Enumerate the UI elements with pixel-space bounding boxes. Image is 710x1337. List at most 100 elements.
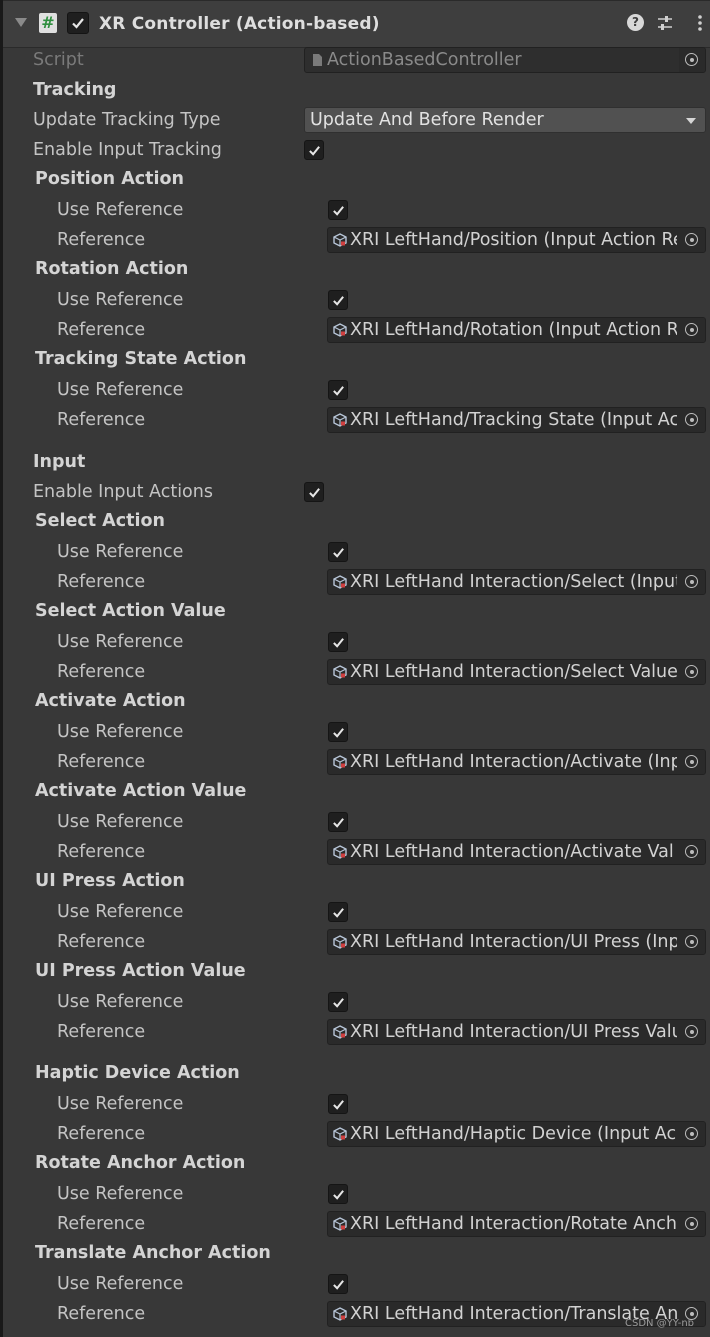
use-reference-checkbox[interactable] bbox=[328, 1184, 348, 1204]
action-header: Select Action Value bbox=[35, 601, 226, 621]
input-header: Input bbox=[33, 452, 86, 472]
kebab-menu-icon[interactable] bbox=[691, 14, 709, 32]
object-picker-icon[interactable] bbox=[679, 570, 705, 594]
enable-input-actions-checkbox[interactable] bbox=[304, 482, 324, 502]
use-reference-checkbox[interactable] bbox=[328, 1274, 348, 1294]
reference-label: Reference bbox=[57, 410, 146, 430]
use-reference-label: Use Reference bbox=[57, 200, 184, 220]
use-reference-label: Use Reference bbox=[57, 722, 184, 742]
input-action-asset-icon bbox=[333, 935, 347, 949]
reference-field[interactable]: XRI LeftHand Interaction/Select Value bbox=[327, 659, 706, 685]
window-border bbox=[0, 0, 3, 1337]
reference-label: Reference bbox=[57, 230, 146, 250]
reference-label: Reference bbox=[57, 320, 146, 340]
input-action-asset-icon bbox=[333, 575, 347, 589]
script-label: Script bbox=[33, 50, 84, 70]
update-tracking-type-dropdown[interactable]: Update And Before Render bbox=[304, 107, 706, 133]
script-value: ActionBasedController bbox=[327, 50, 522, 70]
use-reference-checkbox[interactable] bbox=[328, 992, 348, 1012]
reference-field[interactable]: XRI LeftHand Interaction/Activate Val bbox=[327, 839, 706, 865]
object-picker-icon[interactable] bbox=[679, 1020, 705, 1044]
use-reference-checkbox[interactable] bbox=[328, 542, 348, 562]
use-reference-label: Use Reference bbox=[57, 902, 184, 922]
reference-field[interactable]: XRI LeftHand/Rotation (Input Action R bbox=[327, 317, 706, 343]
use-reference-checkbox[interactable] bbox=[328, 200, 348, 220]
object-picker-icon[interactable] bbox=[679, 408, 705, 432]
use-reference-checkbox[interactable] bbox=[328, 1094, 348, 1114]
tracking-header: Tracking bbox=[33, 80, 117, 100]
action-header: Translate Anchor Action bbox=[35, 1243, 271, 1263]
reference-field[interactable]: XRI LeftHand Interaction/UI Press (Inp bbox=[327, 929, 706, 955]
script-icon: # bbox=[39, 13, 57, 33]
input-action-asset-icon bbox=[333, 323, 347, 337]
reference-value: XRI LeftHand Interaction/UI Press (Inp bbox=[350, 932, 677, 952]
use-reference-label: Use Reference bbox=[57, 1184, 184, 1204]
reference-field[interactable]: XRI LeftHand Interaction/Select (Input bbox=[327, 569, 706, 595]
component-enabled-checkbox[interactable] bbox=[67, 12, 89, 34]
preset-icon[interactable] bbox=[656, 14, 674, 32]
reference-value: XRI LeftHand Interaction/Rotate Anch bbox=[350, 1214, 677, 1234]
object-picker-icon[interactable] bbox=[679, 318, 705, 342]
action-header: Haptic Device Action bbox=[35, 1063, 240, 1083]
action-header: Tracking State Action bbox=[35, 349, 247, 369]
action-header: Activate Action bbox=[35, 691, 186, 711]
help-icon[interactable]: ? bbox=[627, 14, 644, 31]
reference-label: Reference bbox=[57, 1214, 146, 1234]
reference-field[interactable]: XRI LeftHand/Tracking State (Input Ac bbox=[327, 407, 706, 433]
use-reference-label: Use Reference bbox=[57, 1094, 184, 1114]
object-picker-icon[interactable] bbox=[679, 840, 705, 864]
use-reference-checkbox[interactable] bbox=[328, 290, 348, 310]
reference-field[interactable]: XRI LeftHand Interaction/UI Press Valu bbox=[327, 1019, 706, 1045]
reference-field[interactable]: XRI LeftHand/Haptic Device (Input Ac bbox=[327, 1121, 706, 1147]
reference-field[interactable]: XRI LeftHand Interaction/Rotate Anch bbox=[327, 1211, 706, 1237]
use-reference-checkbox[interactable] bbox=[328, 380, 348, 400]
object-picker-icon[interactable] bbox=[679, 660, 705, 684]
input-action-asset-icon bbox=[333, 1025, 347, 1039]
use-reference-label: Use Reference bbox=[57, 1274, 184, 1294]
reference-label: Reference bbox=[57, 842, 146, 862]
input-action-asset-icon bbox=[333, 845, 347, 859]
object-picker-icon[interactable] bbox=[679, 750, 705, 774]
reference-value: XRI LeftHand Interaction/Activate Val bbox=[350, 842, 674, 862]
update-tracking-type-value: Update And Before Render bbox=[310, 110, 544, 130]
use-reference-label: Use Reference bbox=[57, 992, 184, 1012]
reference-label: Reference bbox=[57, 572, 146, 592]
input-action-asset-icon bbox=[333, 233, 347, 247]
reference-label: Reference bbox=[57, 662, 146, 682]
object-picker-icon[interactable] bbox=[679, 228, 705, 252]
use-reference-checkbox[interactable] bbox=[328, 632, 348, 652]
component-header[interactable]: # XR Controller (Action-based) ? bbox=[3, 0, 710, 48]
script-field[interactable]: ActionBasedController bbox=[304, 47, 706, 73]
chevron-down-icon bbox=[686, 118, 696, 124]
object-picker-icon[interactable] bbox=[679, 48, 705, 72]
action-header: Position Action bbox=[35, 169, 184, 189]
use-reference-label: Use Reference bbox=[57, 812, 184, 832]
object-picker-icon[interactable] bbox=[679, 930, 705, 954]
reference-value: XRI LeftHand Interaction/UI Press Valu bbox=[350, 1022, 677, 1042]
action-header: Rotation Action bbox=[35, 259, 189, 279]
reference-label: Reference bbox=[57, 752, 146, 772]
use-reference-checkbox[interactable] bbox=[328, 722, 348, 742]
watermark: CSDN @YY-nb bbox=[624, 1318, 694, 1329]
script-asset-icon bbox=[313, 54, 322, 66]
use-reference-checkbox[interactable] bbox=[328, 812, 348, 832]
input-action-asset-icon bbox=[333, 755, 347, 769]
reference-value: XRI LeftHand Interaction/Activate (Inp bbox=[350, 752, 677, 772]
enable-input-tracking-checkbox[interactable] bbox=[304, 140, 324, 160]
foldout-arrow-icon[interactable] bbox=[15, 18, 27, 27]
reference-field[interactable]: XRI LeftHand/Position (Input Action Re bbox=[327, 227, 706, 253]
object-picker-icon[interactable] bbox=[679, 1122, 705, 1146]
reference-label: Reference bbox=[57, 1304, 146, 1324]
use-reference-checkbox[interactable] bbox=[328, 902, 348, 922]
reference-value: XRI LeftHand Interaction/Select Value bbox=[350, 662, 677, 682]
use-reference-label: Use Reference bbox=[57, 632, 184, 652]
update-tracking-type-label: Update Tracking Type bbox=[33, 110, 221, 130]
use-reference-label: Use Reference bbox=[57, 290, 184, 310]
object-picker-icon[interactable] bbox=[679, 1212, 705, 1236]
input-action-asset-icon bbox=[333, 1217, 347, 1231]
reference-label: Reference bbox=[57, 1022, 146, 1042]
reference-field[interactable]: XRI LeftHand Interaction/Activate (Inp bbox=[327, 749, 706, 775]
reference-value: XRI LeftHand/Tracking State (Input Ac bbox=[350, 410, 677, 430]
action-header: UI Press Action Value bbox=[35, 961, 246, 981]
component-title: XR Controller (Action-based) bbox=[99, 14, 380, 34]
